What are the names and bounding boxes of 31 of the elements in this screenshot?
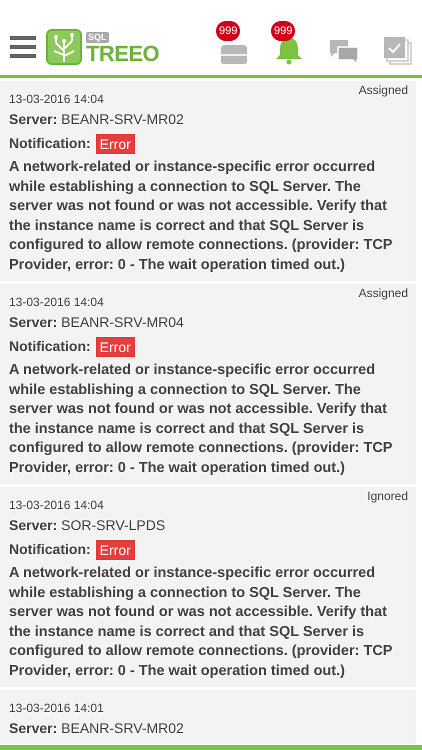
logo-text: TREEO (86, 43, 160, 65)
checklist-icon[interactable] (384, 37, 412, 65)
notification-card[interactable] (0, 81, 416, 281)
server-text: Server: BEANR-SRV-MR02 (9, 719, 185, 738)
error-message: A network-related or instance-specific error occurred while establishing a connection to SQL Server. The server was not found or was not accessible. Verify that the instance name is correct and that SQL Server is configured to allow remote connections. (provider: TCP Provider, error: 0 - The wait operation timed out.) (9, 158, 394, 274)
date-text: 13-03-2016 14:01 (9, 700, 104, 716)
notification-card[interactable]: 13-03-2016 14:01 Server: BEANR-SRV-MR02 (0, 690, 416, 744)
status-text: Assigned (358, 82, 408, 99)
level-badge: Error (96, 540, 135, 560)
menu-icon[interactable] (10, 35, 36, 59)
date-text: 13-03-2016 14:04 (9, 497, 104, 513)
status-text: Assigned (358, 285, 408, 302)
level-badge: Error (96, 336, 135, 356)
status-text: Ignored (367, 488, 408, 505)
error-message: A network-related or instance-specific error occurred while establishing a connection to SQL Server. The server was not found or was not accessible. Verify that the instance name is correct and that SQL Server is configured to allow remote connections. (provider: TCP Provider, error: 0 - The wait operation timed out.) (9, 564, 394, 680)
notification-card[interactable] (0, 284, 416, 484)
date-text: 13-03-2016 14:04 (9, 91, 104, 107)
logo-caption: SQL (86, 32, 109, 43)
notification-label: Notification: (9, 337, 91, 356)
notification-label: Notification: (9, 540, 91, 559)
server-text: Server: BEANR-SRV-MR04 (9, 313, 185, 332)
server-text: Server: SOR-SRV-LPDS (9, 516, 166, 535)
notification-card[interactable] (0, 487, 416, 687)
level-badge: Error (96, 134, 135, 154)
count-badge: 999 (216, 21, 240, 41)
server-text: Server: BEANR-SRV-MR02 (9, 110, 185, 129)
date-text: 13-03-2016 14:04 (9, 294, 104, 310)
count-badge: 999 (271, 21, 296, 41)
notification-label: Notification: (9, 134, 91, 153)
error-message: A network-related or instance-specific error occurred while establishing a connection to SQL Server. The server was not found or was not accessible. Verify that the instance name is correct and that SQL Server is configured to allow remote connections. (provider: TCP Provider, error: 0 - The wait operation timed out.) (9, 361, 394, 478)
tree-logo-icon (46, 29, 82, 65)
